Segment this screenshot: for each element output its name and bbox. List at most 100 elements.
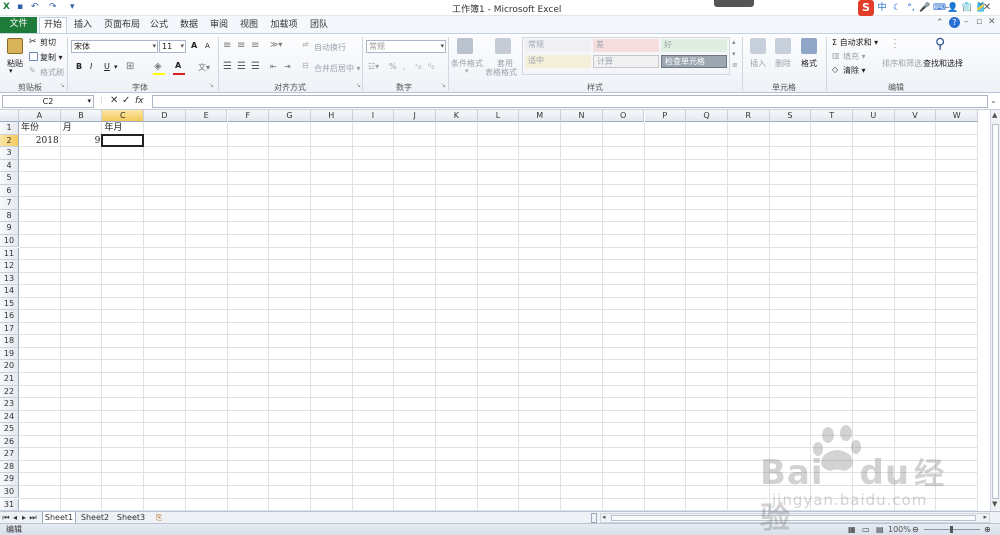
column-header-m[interactable]: M (519, 110, 562, 122)
column-header-d[interactable]: D (144, 110, 186, 122)
fill-button[interactable]: 填充 ▾ (843, 51, 866, 62)
column-header-n[interactable]: N (561, 110, 603, 122)
align-middle-icon[interactable]: ≡ (237, 40, 245, 51)
undo-icon[interactable]: ↶ (31, 2, 39, 12)
wrap-text-button[interactable]: 自动换行 (314, 42, 346, 53)
increase-indent-icon[interactable]: ⇥ (284, 62, 291, 71)
row-header-25[interactable]: 25 (0, 423, 19, 436)
ime-voice-icon[interactable]: 🎤 (919, 1, 931, 15)
scroll-left-icon[interactable]: ◂ (602, 513, 606, 521)
row-header-12[interactable]: 12 (0, 260, 19, 273)
ime-punct-icon[interactable]: °, (905, 1, 917, 15)
ime-user-icon[interactable]: 👤 (947, 1, 959, 15)
row-header-20[interactable]: 20 (0, 360, 19, 373)
window-close-icon[interactable]: ✕ (988, 17, 996, 27)
help-icon[interactable]: ? (949, 17, 960, 28)
style-check-cell[interactable]: 检查单元格 (661, 55, 727, 68)
column-header-v[interactable]: V (894, 110, 937, 122)
cancel-entry-icon[interactable]: ✕ (110, 95, 118, 106)
fill-color-icon[interactable]: ◈ (154, 61, 162, 72)
redo-icon[interactable]: ↷ (49, 2, 57, 12)
row-header-27[interactable]: 27 (0, 448, 19, 461)
number-format-combo[interactable]: 常规 ▾ (366, 40, 446, 53)
column-header-l[interactable]: L (477, 110, 520, 122)
sort-filter-button[interactable]: 排序和筛选 (882, 58, 922, 69)
font-launcher-icon[interactable]: ↘ (209, 82, 214, 89)
scroll-thumb[interactable] (992, 124, 999, 499)
tab-addins[interactable]: 加载项 (266, 18, 302, 33)
name-box-dropdown-icon[interactable]: ▾ (87, 96, 91, 107)
cell-a1[interactable]: 年份 (21, 122, 59, 135)
formula-input[interactable] (152, 95, 988, 108)
font-color-button[interactable]: A (175, 61, 181, 70)
row-header-11[interactable]: 11 (0, 247, 19, 261)
underline-dropdown-icon[interactable]: ▾ (114, 63, 118, 71)
column-header-a[interactable]: A (19, 110, 61, 122)
row-header-19[interactable]: 19 (0, 347, 19, 361)
ime-toolbox-icon[interactable]: 🎽 (975, 1, 987, 15)
ime-moon-icon[interactable]: ☾ (891, 1, 903, 15)
column-header-s[interactable]: S (769, 110, 812, 122)
autosum-button[interactable]: Σ 自动求和 ▾ (832, 37, 878, 48)
style-normal[interactable]: 常规 (525, 39, 591, 52)
insert-cells-button[interactable]: 插入 (750, 58, 766, 69)
scroll-down-icon[interactable]: ▼ (992, 500, 997, 508)
vertical-scrollbar[interactable]: ▲ ▼ (990, 110, 1000, 511)
align-right-icon[interactable]: ☰ (251, 61, 260, 72)
gallery-more-icon[interactable]: ≡ (732, 61, 738, 69)
window-restore-icon[interactable]: ▫ (976, 17, 982, 27)
tab-split-handle[interactable] (591, 513, 597, 523)
column-header-b[interactable]: B (60, 110, 103, 122)
alignment-launcher-icon[interactable]: ↘ (356, 82, 361, 89)
clear-button[interactable]: 清除 ▾ (843, 65, 866, 76)
zoom-in-icon[interactable]: ⊕ (984, 524, 991, 535)
tab-review[interactable]: 审阅 (206, 18, 232, 33)
minimize-ribbon-icon[interactable]: ⌃ (936, 18, 944, 28)
column-header-w[interactable]: W (936, 110, 979, 122)
align-top-icon[interactable]: ≡ (223, 40, 231, 51)
column-header-o[interactable]: O (602, 110, 645, 122)
cell-b2[interactable]: 9 (63, 135, 101, 148)
column-header-h[interactable]: H (310, 110, 353, 122)
row-header-18[interactable]: 18 (0, 335, 19, 348)
row-header-7[interactable]: 7 (0, 197, 19, 210)
format-painter-button[interactable]: 格式刷 (40, 67, 64, 78)
borders-icon[interactable]: ⊞ (126, 61, 134, 72)
window-minimize-icon[interactable]: – (964, 17, 969, 27)
grow-font-button[interactable]: A (191, 41, 197, 50)
cell-a2[interactable]: 2018 (21, 135, 59, 148)
row-header-4[interactable]: 4 (0, 159, 19, 173)
paste-dropdown-icon[interactable]: ▾ (9, 67, 13, 75)
row-header-24[interactable]: 24 (0, 410, 19, 424)
clipboard-launcher-icon[interactable]: ↘ (60, 82, 65, 89)
row-header-16[interactable]: 16 (0, 310, 19, 323)
row-header-5[interactable]: 5 (0, 172, 19, 185)
tab-formulas[interactable]: 公式 (146, 18, 172, 33)
decrease-indent-icon[interactable]: ⇤ (270, 62, 277, 71)
style-good[interactable]: 好 (661, 39, 727, 52)
decrease-decimal-icon[interactable]: ⁰₀ (428, 62, 434, 71)
row-header-17[interactable]: 17 (0, 322, 19, 336)
format-cells-button[interactable]: 格式 (801, 58, 817, 69)
row-header-30[interactable]: 30 (0, 485, 19, 499)
ime-keyboard-icon[interactable]: ⌨ (933, 1, 946, 15)
find-select-button[interactable]: 查找和选择 (923, 58, 963, 69)
ime-chinese-mode-icon[interactable]: 中 (876, 1, 888, 15)
column-header-f[interactable]: F (227, 110, 270, 122)
delete-cells-button[interactable]: 删除 (775, 58, 791, 69)
row-header-31[interactable]: 31 (0, 498, 19, 511)
active-cell-cursor[interactable] (101, 133, 145, 148)
row-header-6[interactable]: 6 (0, 184, 19, 198)
number-launcher-icon[interactable]: ↘ (441, 82, 446, 89)
column-header-p[interactable]: P (644, 110, 687, 122)
row-header-2[interactable]: 2 (0, 134, 19, 148)
column-header-c[interactable]: C (102, 110, 145, 122)
save-icon[interactable]: ▪ (17, 2, 23, 12)
column-header-e[interactable]: E (185, 110, 228, 122)
row-header-15[interactable]: 15 (0, 297, 19, 311)
insert-function-button[interactable]: fx (135, 96, 144, 106)
column-header-q[interactable]: Q (686, 110, 728, 122)
bold-button[interactable]: B (76, 62, 82, 71)
tab-insert[interactable]: 插入 (70, 18, 96, 33)
row-header-9[interactable]: 9 (0, 222, 19, 235)
